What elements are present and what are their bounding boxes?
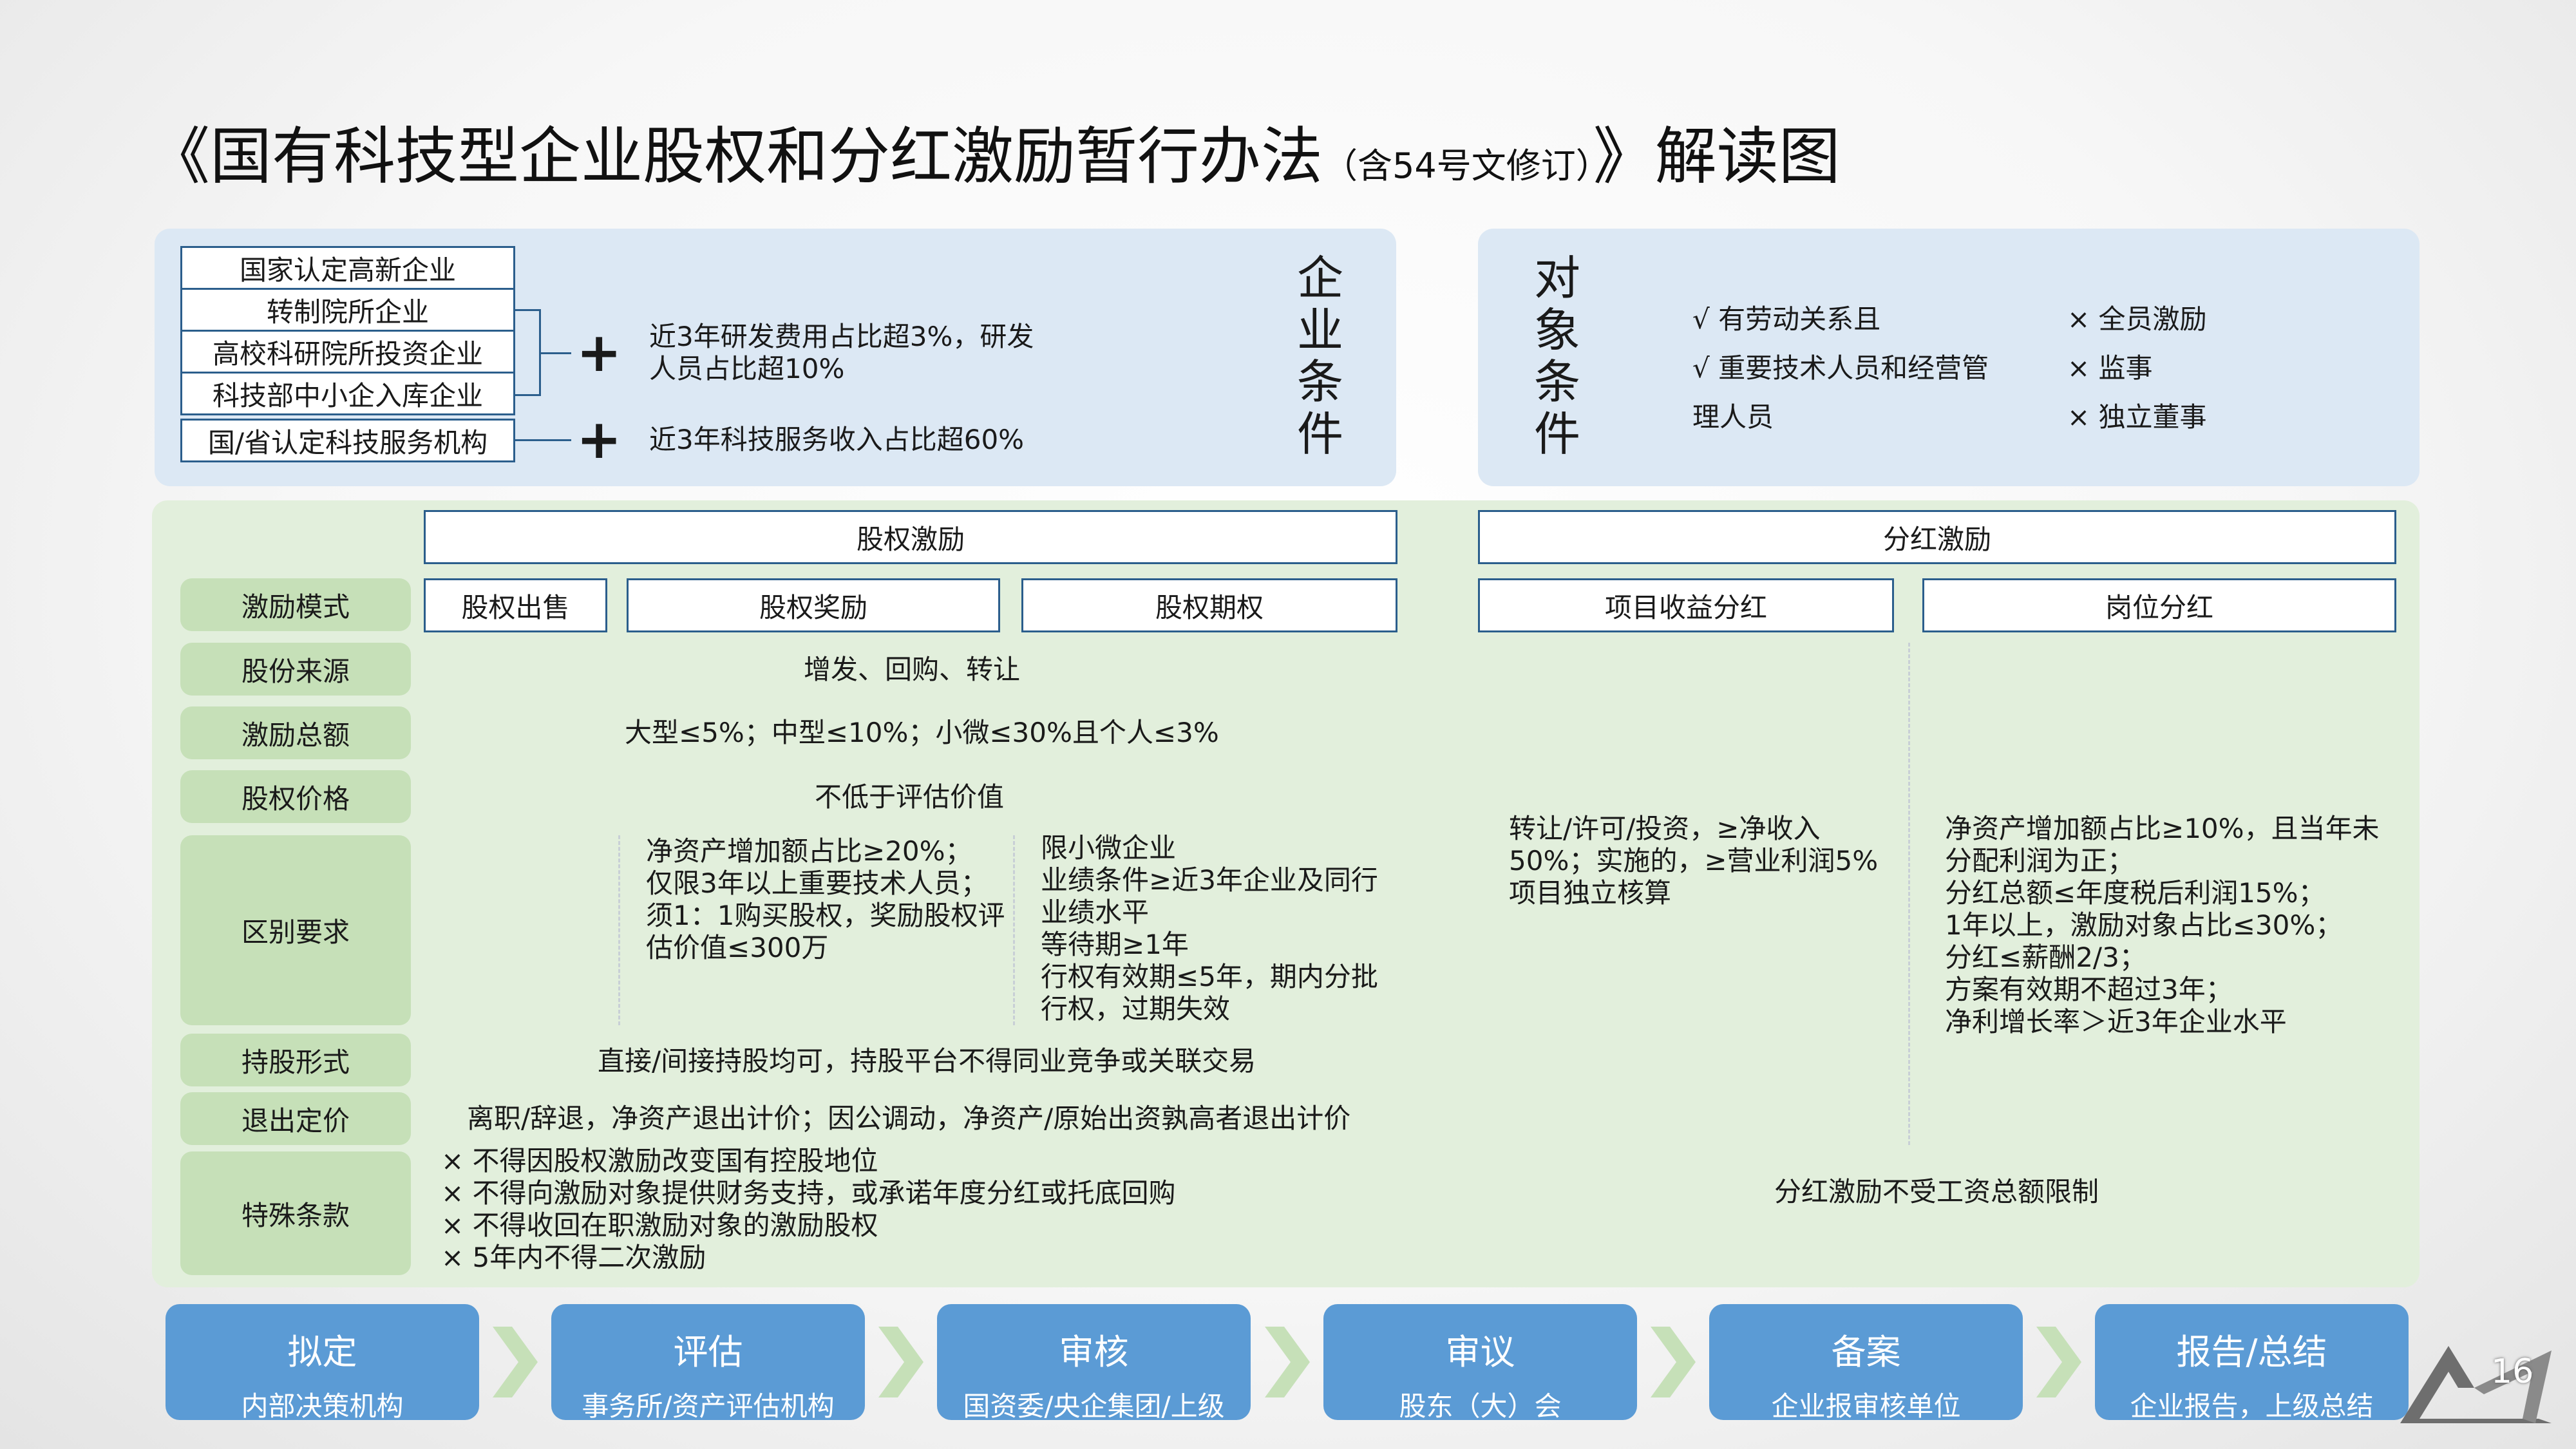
step-title: 备案 xyxy=(1831,1332,1901,1372)
step-subtitle: 股东（大）会 xyxy=(1399,1390,1562,1422)
mode-project-dividend: 项目收益分红 xyxy=(1478,578,1894,632)
enterprise-condition-rd: 近3年研发费用占比超3%，研发 人员占比超10% xyxy=(649,321,1034,385)
target-excluded-list: × 全员激励 × 监事 × 独立董事 xyxy=(2067,303,2207,433)
equity-incentive-header: 股权激励 xyxy=(424,510,1397,564)
enterprise-type-1: 国家认定高新企业 xyxy=(180,246,515,290)
bracket-line xyxy=(515,309,541,311)
enterprise-condition-service: 近3年科技服务收入占比超60% xyxy=(649,424,1025,455)
mode-post-dividend: 岗位分红 xyxy=(1922,578,2396,632)
row-label-total: 激励总额 xyxy=(180,706,411,759)
plus-icon: + xyxy=(576,408,622,471)
step-title: 审议 xyxy=(1445,1332,1515,1372)
project-dividend-requirements: 转让/许可/投资，≥净收入 50%；实施的，≥营业利润5% 项目独立核算 xyxy=(1509,813,1879,909)
column-divider xyxy=(1013,835,1015,1025)
step-subtitle: 企业报审核单位 xyxy=(1771,1390,1961,1422)
award-requirements: 净资产增加额占比≥20%； 仅限3年以上重要技术人员； 须1：1购买股权，奖励股权评… xyxy=(646,835,1005,963)
special-clauses: × 不得因股权激励改变国有控股地位 × 不得向激励对象提供财务支持，或承诺年度分红… xyxy=(441,1145,1176,1273)
step-title: 报告/总结 xyxy=(2176,1332,2327,1372)
plus-icon: + xyxy=(576,321,622,384)
post-dividend-requirements: 净资产增加额占比≥10%，且当年未 分配利润为正； 分红总额≤年度税后利润15%； 1… xyxy=(1945,813,2380,1037)
option-requirements: 限小微企业 业绩条件≥近3年企业及同行 业绩水平 等待期≥1年 行权有效期≤5年，期内分… xyxy=(1041,832,1378,1025)
chevron-right-icon xyxy=(1265,1327,1310,1397)
chevron-right-icon xyxy=(1651,1327,1696,1397)
holding-form-value: 直接/间接持股均可，持股平台不得同业竞争或关联交易 xyxy=(598,1045,1256,1077)
equity-price-value: 不低于评估价值 xyxy=(815,781,1005,813)
step-evaluate: 评估 事务所/资产评估机构 xyxy=(551,1304,865,1422)
row-label-source: 股份来源 xyxy=(180,643,411,696)
step-audit: 审核 国资委/央企集团/上级 xyxy=(937,1304,1251,1422)
step-subtitle: 企业报告，上级总结 xyxy=(2130,1390,2374,1422)
step-file: 备案 企业报审核单位 xyxy=(1709,1304,2023,1422)
row-label-holding: 持股形式 xyxy=(180,1034,411,1086)
title-tail: 》解读图 xyxy=(1593,120,1841,193)
step-deliberate: 审议 股东（大）会 xyxy=(1323,1304,1637,1422)
row-label-mode: 激励模式 xyxy=(180,578,411,631)
column-divider xyxy=(618,835,620,1025)
enterprise-type-5: 国/省认定科技服务机构 xyxy=(180,419,515,462)
row-label-price: 股权价格 xyxy=(180,770,411,823)
step-report: 报告/总结 企业报告，上级总结 xyxy=(2095,1304,2409,1422)
exit-pricing-value: 离职/辞退，净资产退出计价；因公调动，净资产/原始出资孰高者退出计价 xyxy=(467,1103,1351,1134)
bracket-line xyxy=(515,394,541,396)
step-subtitle: 内部决策机构 xyxy=(241,1390,404,1422)
step-subtitle: 国资委/央企集团/上级 xyxy=(963,1390,1225,1422)
dividend-special-clause: 分红激励不受工资总额限制 xyxy=(1774,1176,2099,1208)
row-label-requirements: 区别要求 xyxy=(180,835,411,1025)
chevron-right-icon xyxy=(878,1327,923,1397)
step-title: 评估 xyxy=(673,1332,743,1372)
target-eligible-list: √ 有劳动关系且 √ 重要技术人员和经营管 理人员 xyxy=(1692,303,1989,433)
step-subtitle: 事务所/资产评估机构 xyxy=(582,1390,835,1422)
share-source-value: 增发、回购、转让 xyxy=(804,654,1021,685)
page-title: 《国有科技型企业股权和分红激励暂行办法（含54号文修订）》解读图 xyxy=(148,120,1841,193)
row-label-special: 特殊条款 xyxy=(180,1151,411,1275)
enterprise-type-4: 科技部中小企入库企业 xyxy=(180,372,515,415)
enterprise-type-3: 高校科研院所投资企业 xyxy=(180,330,515,374)
bracket-line xyxy=(515,439,571,441)
bracket-line xyxy=(539,352,571,354)
step-title: 审核 xyxy=(1059,1332,1129,1372)
step-draft: 拟定 内部决策机构 xyxy=(166,1304,479,1422)
column-divider xyxy=(1908,643,1910,1145)
chevron-right-icon xyxy=(493,1327,538,1397)
row-label-exit: 退出定价 xyxy=(180,1092,411,1145)
step-title: 拟定 xyxy=(287,1332,357,1372)
chevron-right-icon xyxy=(2036,1327,2081,1397)
enterprise-conditions-heading: 企业条件 xyxy=(1296,251,1343,461)
target-conditions-heading: 对象条件 xyxy=(1533,251,1580,461)
mode-equity-award: 股权奖励 xyxy=(627,578,1000,632)
title-note: （含54号文修订） xyxy=(1323,146,1593,186)
enterprise-type-2: 转制院所企业 xyxy=(180,288,515,332)
incentive-total-value: 大型≤5%；中型≤10%；小微≤30%且个人≤3% xyxy=(625,717,1219,748)
mode-equity-sale: 股权出售 xyxy=(424,578,607,632)
mode-equity-option: 股权期权 xyxy=(1021,578,1397,632)
dividend-incentive-header: 分红激励 xyxy=(1478,510,2396,564)
page-number: 16 xyxy=(2491,1352,2534,1391)
